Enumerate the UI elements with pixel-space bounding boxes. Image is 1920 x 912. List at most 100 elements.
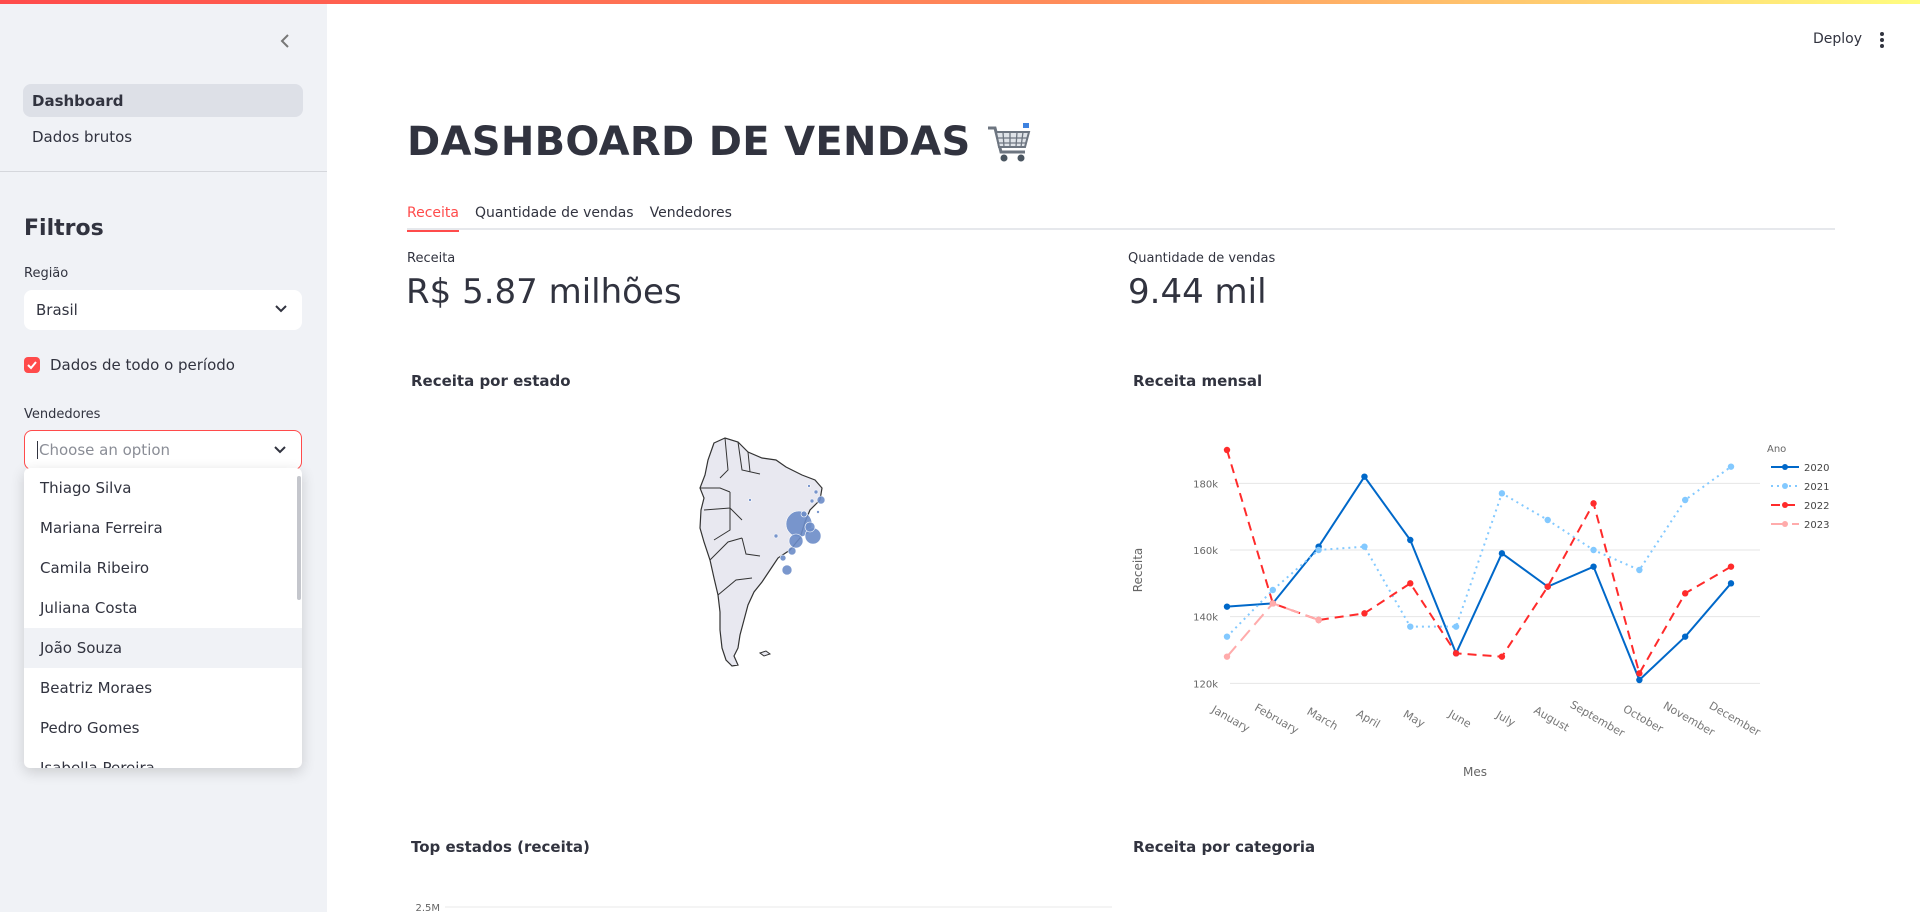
vendedores-dropdown: Thiago Silva Mariana Ferreira Camila Rib… (24, 468, 302, 768)
state-bubble[interactable] (787, 546, 797, 556)
data-point[interactable] (1407, 536, 1414, 544)
dropdown-option[interactable]: Mariana Ferreira (24, 508, 302, 548)
x-tick-labels: January February March April May June July Augu… (1209, 698, 1764, 740)
state-bubble[interactable] (779, 554, 787, 562)
tab-list: Receita Quantidade de vendas Vendedores (407, 196, 1835, 232)
legend-label: 2021 (1804, 482, 1829, 493)
chart-legend[interactable]: Ano 2020 2021 2022 2023 (1767, 444, 1829, 531)
x-tick-label: September (1568, 698, 1628, 740)
data-point[interactable] (1269, 600, 1277, 607)
legend-item-2023[interactable]: 2023 (1771, 520, 1829, 531)
periodo-checkbox[interactable]: Dados de todo o período (24, 356, 235, 374)
data-point[interactable] (1636, 670, 1643, 677)
legend-item-2022[interactable]: 2022 (1771, 501, 1829, 512)
bar-chart-title: Top estados (receita) (411, 838, 590, 856)
nav-item-dashboard[interactable]: Dashboard (23, 84, 303, 117)
data-point[interactable] (1681, 633, 1689, 640)
data-point[interactable] (1590, 563, 1597, 570)
data-point[interactable] (1315, 546, 1322, 554)
state-bubble[interactable] (807, 484, 811, 488)
dropdown-scrollbar[interactable] (297, 476, 301, 600)
data-point[interactable] (1727, 580, 1735, 587)
data-point[interactable] (1681, 496, 1689, 504)
data-point[interactable] (1727, 463, 1735, 470)
checkbox-checked-icon[interactable] (24, 357, 40, 373)
vendedores-multiselect[interactable]: Choose an option (24, 430, 302, 470)
y-tick-label: 160k (1193, 546, 1218, 557)
state-bubble[interactable] (813, 489, 819, 495)
legend-marker (1782, 464, 1788, 470)
dropdown-option[interactable]: Pedro Gomes (24, 708, 302, 748)
regiao-label: Região (24, 266, 69, 281)
series-2021 (1223, 463, 1735, 640)
state-bubble[interactable] (781, 564, 793, 576)
metric-quantidade-label: Quantidade de vendas (1128, 251, 1276, 266)
data-point[interactable] (1498, 490, 1506, 497)
state-bubble[interactable] (809, 498, 815, 504)
state-bubble[interactable] (816, 495, 826, 505)
data-point[interactable] (1452, 623, 1460, 630)
tab-receita[interactable]: Receita (407, 196, 459, 232)
state-bubble[interactable] (748, 498, 752, 502)
data-point[interactable] (1315, 616, 1322, 624)
main-menu-icon[interactable] (1876, 30, 1888, 50)
vendedores-label: Vendedores (24, 407, 101, 422)
series-line (1226, 465, 1732, 638)
y-tick-label: 180k (1193, 479, 1218, 490)
deploy-button[interactable]: Deploy (1813, 31, 1862, 47)
dropdown-option[interactable]: Beatriz Moraes (24, 668, 302, 708)
state-bubble[interactable] (788, 533, 804, 549)
state-bubble[interactable] (816, 510, 820, 514)
collapse-sidebar-icon[interactable] (276, 30, 294, 52)
top-decoration-bar (0, 0, 1920, 4)
regiao-select[interactable]: Brasil (24, 290, 302, 330)
data-point[interactable] (1269, 586, 1277, 594)
data-point[interactable] (1407, 580, 1414, 587)
tab-vendedores[interactable]: Vendedores (650, 196, 732, 230)
dropdown-option[interactable]: Juliana Costa (24, 588, 302, 628)
data-point[interactable] (1590, 500, 1597, 507)
chart-gridlines (1230, 482, 1760, 684)
line-chart[interactable]: 120k 140k 160k 180k January February March Apr… (1130, 430, 1850, 790)
sidebar: Dashboard Dados brutos Filtros Região Br… (0, 0, 327, 912)
data-point[interactable] (1590, 546, 1597, 554)
x-tick-label: July (1493, 708, 1518, 730)
page-title: DASHBOARD DE VENDAS (407, 118, 1033, 166)
line-chart-title: Receita mensal (1133, 372, 1263, 390)
legend-label: 2023 (1804, 520, 1829, 531)
data-point[interactable] (1407, 623, 1414, 630)
tab-quantidade-de-vendas[interactable]: Quantidade de vendas (475, 196, 634, 230)
x-tick-label: February (1252, 701, 1301, 737)
metric-receita-value: R$ 5.87 milhões (406, 272, 682, 312)
dropdown-option[interactable]: Thiago Silva (24, 468, 302, 508)
data-point[interactable] (1223, 633, 1231, 640)
data-point[interactable] (1544, 583, 1551, 590)
state-bubble[interactable] (800, 510, 808, 518)
revenue-map[interactable] (690, 430, 860, 680)
dropdown-option[interactable]: Isabella Pereira (24, 748, 302, 768)
x-tick-label: May (1401, 708, 1428, 731)
data-point[interactable] (1498, 653, 1506, 660)
dropdown-option-hovered[interactable]: João Souza (24, 628, 302, 668)
data-point[interactable] (1681, 590, 1689, 597)
data-point[interactable] (1223, 446, 1231, 454)
legend-item-2020[interactable]: 2020 (1771, 463, 1829, 474)
data-point[interactable] (1361, 473, 1368, 480)
nav-item-dados-brutos[interactable]: Dados brutos (23, 120, 303, 153)
data-point[interactable] (1223, 653, 1231, 660)
data-point[interactable] (1636, 676, 1643, 684)
series-line (1226, 602, 1319, 658)
data-point[interactable] (1361, 610, 1368, 617)
data-point[interactable] (1498, 550, 1506, 557)
state-bubble[interactable] (773, 533, 779, 539)
data-point[interactable] (1544, 516, 1551, 524)
state-bubble[interactable] (804, 521, 816, 533)
data-point[interactable] (1223, 603, 1231, 610)
data-point[interactable] (1452, 650, 1460, 657)
dropdown-option[interactable]: Camila Ribeiro (24, 548, 302, 588)
data-point[interactable] (1727, 563, 1735, 570)
filters-heading: Filtros (24, 216, 104, 241)
legend-item-2021[interactable]: 2021 (1771, 482, 1829, 493)
data-point[interactable] (1636, 566, 1643, 574)
data-point[interactable] (1361, 543, 1368, 550)
